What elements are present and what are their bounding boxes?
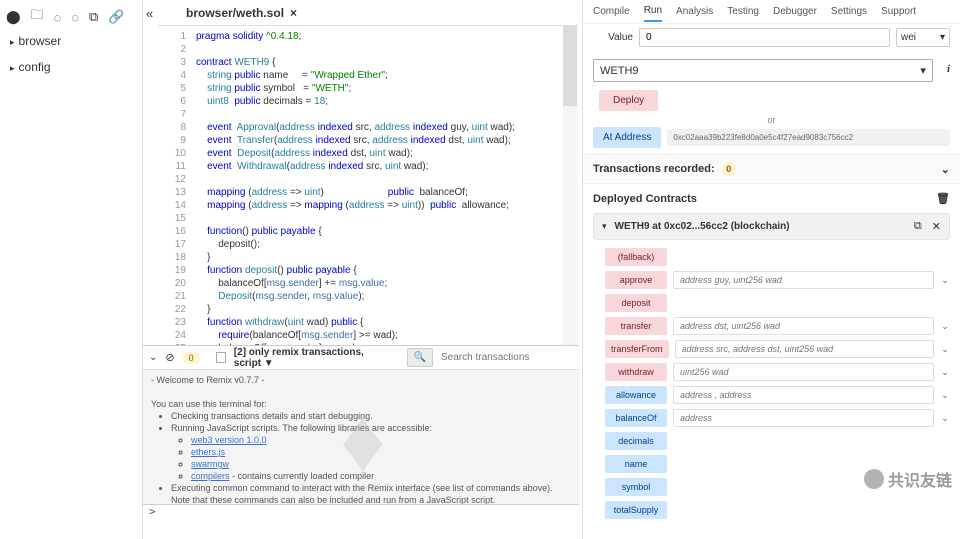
tab-settings[interactable]: Settings [831,2,867,21]
terminal-line: Checking transactions details and start … [171,410,571,422]
fn-allowance-args[interactable] [673,386,934,404]
editor-minimap[interactable] [563,26,577,346]
tab-debugger[interactable]: Debugger [773,2,817,21]
function-row: approve ⌄ [593,271,950,289]
search-button-icon[interactable]: 🔍 [407,348,433,367]
close-instance-icon[interactable]: ✕ [932,220,941,233]
chevron-down-icon[interactable]: ⌄ [940,413,950,424]
deployed-contracts-label: Deployed Contracts [593,193,697,205]
fn-balanceOf-button[interactable]: balanceOf [605,409,667,427]
fn-fallback-button[interactable]: (fallback) [605,248,667,266]
fn-withdraw-args[interactable] [673,363,934,381]
copy-address-icon[interactable]: ⧉ [914,220,922,233]
terminal-search-input[interactable] [441,352,573,363]
function-row: totalSupply [593,501,950,519]
transactions-recorded-header[interactable]: Transactions recorded: 0 ⌄ [583,154,960,184]
fn-approve-args[interactable] [673,271,934,289]
tree-item-config[interactable]: config [0,54,142,80]
code-editor[interactable]: 1234567891011121314151617181920212223242… [158,26,578,365]
fn-approve-button[interactable]: approve [605,271,667,289]
fn-transferFrom-button[interactable]: transferFrom [605,340,669,358]
fn-symbol-button[interactable]: symbol [605,478,667,496]
contract-instance-header[interactable]: ▾ WETH9 at 0xc02...56cc2 (blockchain) ⧉ … [593,213,950,240]
terminal-collapse-icon[interactable]: ⌄ [149,352,157,363]
terminal-panel: ⌄ ⊘ 0 [2] only remix transactions, scrip… [143,345,579,520]
fn-decimals-button[interactable]: decimals [605,432,667,450]
chevron-down-icon[interactable]: ⌄ [940,344,950,355]
tab-analysis[interactable]: Analysis [676,2,713,21]
code-content: pragma solidity ^0.4.18; contract WETH9 … [192,26,578,365]
fn-balanceOf-args[interactable] [673,409,934,427]
terminal-intro: You can use this terminal for: [151,398,571,410]
chevron-down-icon[interactable]: ⌄ [940,367,950,378]
fn-transferFrom-args[interactable] [675,340,934,358]
terminal-clear-icon[interactable]: ⊘ [165,351,174,364]
fn-name-button[interactable]: name [605,455,667,473]
deploy-button[interactable]: Deploy [599,90,658,111]
filter-label[interactable]: [2] only remix transactions, script ▼ [234,347,391,369]
fn-transfer-button[interactable]: transfer [605,317,667,335]
fn-withdraw-button[interactable]: withdraw [605,363,667,381]
fn-transfer-args[interactable] [673,317,934,335]
tab-weth[interactable]: browser/weth.sol × [178,2,305,24]
right-panel: Compile Run Analysis Testing Debugger Setting… [582,0,960,539]
function-row: transferFrom ⌄ [593,340,950,358]
value-label: Value [593,32,633,43]
function-row: allowance ⌄ [593,386,950,404]
editor-tabs: browser/weth.sol × [158,0,578,26]
file-explorer: browser config [0,0,143,539]
fn-allowance-button[interactable]: allowance [605,386,667,404]
tree-item-browser[interactable]: browser [0,28,142,54]
lib-link-ethers[interactable]: ethers.js [191,447,225,457]
tab-support[interactable]: Support [881,2,916,21]
right-panel-tabs: Compile Run Analysis Testing Debugger Setting… [583,0,960,24]
panel-collapse-icon[interactable]: « [146,6,153,21]
or-divider: or [583,115,960,125]
chevron-down-icon[interactable]: ⌄ [940,275,950,286]
contract-select[interactable]: WETH9▾ [593,59,933,82]
fn-totalSupply-button[interactable]: totalSupply [605,501,667,519]
tab-testing[interactable]: Testing [727,2,759,21]
chevron-down-icon[interactable]: ⌄ [940,321,950,332]
function-row: decimals [593,432,950,450]
instance-title: WETH9 at 0xc02...56cc2 (blockchain) [615,221,790,232]
chevron-down-icon: ⌄ [941,163,950,176]
lib-link-swarmgw[interactable]: swarmgw [191,459,229,469]
chevron-down-icon[interactable]: ⌄ [940,390,950,401]
terminal-body: - Welcome to Remix v0.7.7 - You can use … [143,370,579,504]
tab-close-icon[interactable]: × [290,6,297,20]
tab-run[interactable]: Run [644,1,662,22]
function-row: balanceOf ⌄ [593,409,950,427]
terminal-header: ⌄ ⊘ 0 [2] only remix transactions, scrip… [143,346,579,370]
pending-tx-badge: 0 [183,352,200,364]
function-row: withdraw ⌄ [593,363,950,381]
filter-checkbox[interactable] [216,352,226,363]
watermark: 共识友链 [864,467,952,491]
editor-area: browser/weth.sol × 123456789101112131415… [158,0,578,365]
tx-count-badge: 0 [722,162,736,176]
tab-compile[interactable]: Compile [593,2,630,21]
function-row: deposit [593,294,950,312]
value-unit-select[interactable]: wei▾ [896,28,950,47]
at-address-button[interactable]: At Address [593,127,661,148]
terminal-welcome: - Welcome to Remix v0.7.7 - [151,374,571,386]
instance-caret-icon[interactable]: ▾ [602,221,607,232]
fn-deposit-button[interactable]: deposit [605,294,667,312]
contract-info-icon[interactable]: i [947,63,950,75]
trash-icon[interactable]: 🗑 [936,192,950,205]
function-row: (fallback) [593,248,950,266]
terminal-prompt[interactable]: > [143,504,579,520]
lib-link-compilers[interactable]: compilers [191,471,230,481]
line-gutter: 1234567891011121314151617181920212223242… [158,26,192,365]
at-address-hash[interactable]: 0xc02aaa39b223fe8d0a0e5c4f27ead9083c756c… [667,129,950,146]
lib-link-web3[interactable]: web3 version 1.0.0 [191,435,267,445]
function-row: transfer ⌄ [593,317,950,335]
tab-title: browser/weth.sol [186,6,284,20]
terminal-line: Running JavaScript scripts. The followin… [171,422,571,482]
terminal-line: Executing common command to interact wit… [171,482,571,504]
value-input[interactable] [639,28,890,47]
